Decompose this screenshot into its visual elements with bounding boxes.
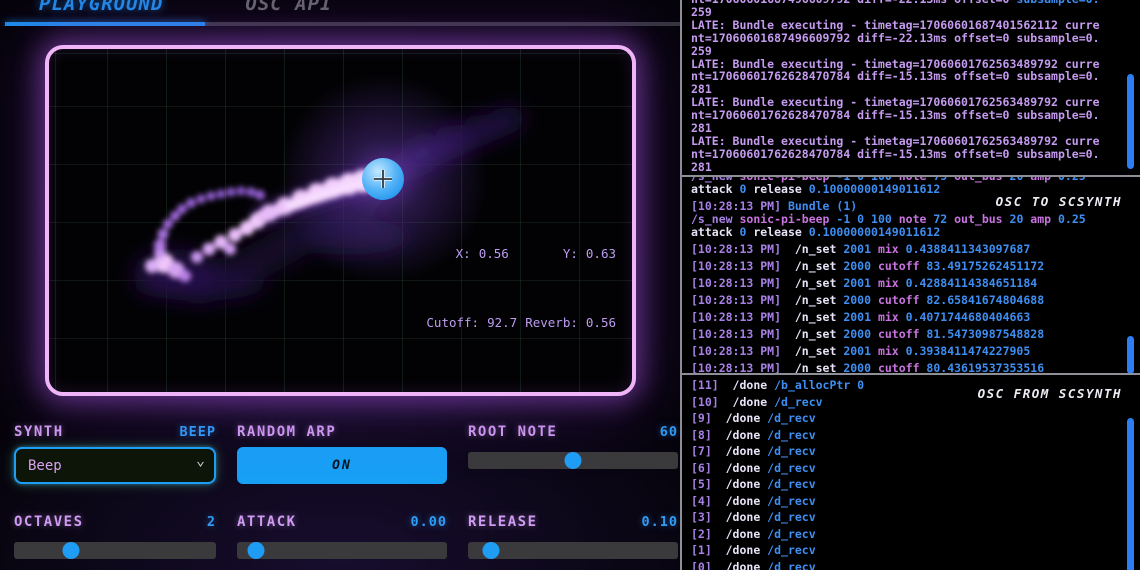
tab-bar: PLAYGROUND OSC API: [0, 0, 680, 26]
osc-to-scsynth-label: OSC TO SCSYNTH: [996, 194, 1122, 209]
tab-underline-track: [5, 22, 680, 26]
log-line: [3] /done /d_recv: [691, 511, 1120, 524]
release-slider[interactable]: [468, 542, 678, 559]
log-line: [0] /done /d_recv: [691, 561, 1120, 570]
attack-label: ATTACK: [237, 514, 297, 530]
release-label: RELEASE: [468, 514, 538, 530]
osc-from-scrollbar-thumb[interactable]: [1127, 418, 1134, 570]
log-line: [9] /done /d_recv: [691, 412, 1120, 425]
random-arp-toggle-button[interactable]: ON: [237, 447, 447, 484]
app-root: PLAYGROUND OSC API: [0, 0, 1140, 570]
log-line: [2] /done /d_recv: [691, 528, 1120, 541]
log-line: [10:28:13 PM] /n_set 2001 mix 0.42884114…: [691, 277, 1120, 290]
cutoff-value: 92.7: [487, 315, 517, 330]
release-slider-thumb[interactable]: [483, 542, 500, 559]
tab-active-indicator: [5, 22, 205, 26]
log-line: nt=17060601687496609792 diff=-22.13ms of…: [691, 0, 1120, 6]
log-line: [4] /done /d_recv: [691, 495, 1120, 508]
root-note-control: ROOT NOTE 60: [468, 424, 678, 484]
attack-control: ATTACK 0.00: [237, 514, 447, 559]
log-line: [5] /done /d_recv: [691, 478, 1120, 491]
x-label: X:: [456, 246, 471, 261]
log-line: nt=17060601687496609792 diff=-22.13ms of…: [691, 32, 1120, 45]
synth-select[interactable]: Beep: [14, 447, 216, 484]
octaves-label: OCTAVES: [14, 514, 84, 530]
random-arp-control: RANDOM ARP ON: [237, 424, 447, 484]
synth-select-wrap: Beep ⌄: [14, 447, 216, 484]
release-control: RELEASE 0.10: [468, 514, 678, 559]
root-note-slider-thumb[interactable]: [565, 452, 582, 469]
cutoff-label: Cutoff:: [426, 315, 479, 330]
y-value: 0.63: [586, 246, 616, 261]
octaves-slider[interactable]: [14, 542, 216, 559]
attack-slider[interactable]: [237, 542, 447, 559]
release-value: 0.10: [641, 514, 678, 530]
root-note-slider[interactable]: [468, 452, 678, 469]
octaves-value: 2: [207, 514, 216, 530]
log-line: [1] /done /d_recv: [691, 544, 1120, 557]
log-line: [7] /done /d_recv: [691, 445, 1120, 458]
reverb-value: 0.56: [586, 315, 616, 330]
log-line: [10:28:13 PM] /n_set 2000 cutoff 80.4361…: [691, 362, 1120, 373]
osc-from-log-lines: [11] /done /b_allocPtr 0[10] /done /d_re…: [691, 379, 1120, 570]
reverb-label: Reverb:: [525, 315, 578, 330]
log-panel-osc-from-scsynth[interactable]: [11] /done /b_allocPtr 0[10] /done /d_re…: [682, 373, 1140, 570]
root-note-value: 60: [660, 424, 678, 440]
log-line: [10:28:13 PM] /n_set 2001 mix 0.43884113…: [691, 243, 1120, 256]
synth-value-badge: BEEP: [179, 424, 216, 440]
log-line: [8] /done /d_recv: [691, 429, 1120, 442]
log-panel-late[interactable]: nt=17060601687496609792 diff=-22.13ms of…: [682, 0, 1140, 175]
controls-grid: SYNTH BEEP Beep ⌄ RANDOM ARP ON: [0, 396, 680, 559]
pad-readout-fx: Cutoff: 92.7 Reverb: 0.56: [426, 311, 616, 334]
log-line: [10:28:13 PM] /n_set 2000 cutoff 83.4917…: [691, 260, 1120, 273]
log-line: nt=17060601762628470784 diff=-15.13ms of…: [691, 70, 1120, 83]
late-scrollbar-thumb[interactable]: [1127, 74, 1134, 169]
osc-to-scrollbar-thumb[interactable]: [1127, 336, 1134, 373]
synth-label: SYNTH: [14, 424, 64, 440]
octaves-control: OCTAVES 2: [14, 514, 216, 559]
log-line: nt=17060601762628470784 diff=-15.13ms of…: [691, 109, 1120, 122]
y-label: Y:: [563, 246, 578, 261]
log-line: [6] /done /d_recv: [691, 462, 1120, 475]
playground-section: PLAYGROUND OSC API: [0, 0, 680, 570]
pad-readout-xy: X: 0.56 Y: 0.63: [426, 242, 616, 265]
random-arp-label: RANDOM ARP: [237, 424, 336, 440]
xy-pad[interactable]: X: 0.56 Y: 0.63 Cutoff: 92.7 Reverb: 0.56: [45, 45, 636, 396]
log-line: [10:28:13 PM] /n_set 2001 mix 0.40717446…: [691, 311, 1120, 324]
late-log-lines: nt=17060601687496609792 diff=-22.13ms of…: [691, 0, 1120, 174]
log-panel-osc-to-scsynth[interactable]: /s_new sonic-pi-beep -1 0 100 note 75 ou…: [682, 175, 1140, 373]
log-line: 281: [691, 161, 1120, 174]
log-line: nt=17060601762628470784 diff=-15.13ms of…: [691, 148, 1120, 161]
log-line: [10:28:13 PM] /n_set 2001 mix 0.39384114…: [691, 345, 1120, 358]
pad-readout: X: 0.56 Y: 0.63 Cutoff: 92.7 Reverb: 0.56: [426, 196, 616, 380]
log-line: [10:28:13 PM] /n_set 2000 cutoff 81.5473…: [691, 328, 1120, 341]
xy-cursor[interactable]: [362, 158, 404, 200]
octaves-slider-thumb[interactable]: [62, 542, 79, 559]
x-value: 0.56: [479, 246, 509, 261]
attack-slider-thumb[interactable]: [247, 542, 264, 559]
log-line: [10:28:13 PM] /n_set 2000 cutoff 82.6584…: [691, 294, 1120, 307]
attack-value: 0.00: [410, 514, 447, 530]
log-line: attack 0 release 0.10000000149011612: [691, 226, 1120, 239]
osc-from-scsynth-label: OSC FROM SCSYNTH: [978, 386, 1122, 401]
log-section: nt=17060601687496609792 diff=-22.13ms of…: [680, 0, 1140, 570]
root-note-label: ROOT NOTE: [468, 424, 557, 440]
synth-control: SYNTH BEEP Beep ⌄: [14, 424, 216, 484]
